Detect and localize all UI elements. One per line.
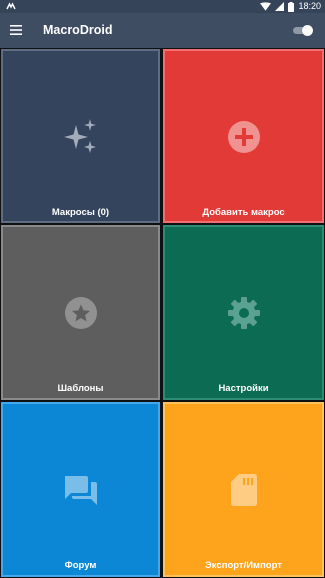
signal-icon xyxy=(275,2,285,11)
tile-templates-label: Шаблоны xyxy=(57,383,104,394)
tile-templates[interactable]: Шаблоны xyxy=(1,225,160,400)
tile-add-macro[interactable]: Добавить макрос xyxy=(163,49,324,223)
menu-icon[interactable] xyxy=(10,25,22,35)
tile-macros[interactable]: Макросы (0) xyxy=(1,49,160,223)
notification-icon xyxy=(6,2,16,10)
app-bar: MacroDroid xyxy=(0,13,325,48)
app-title: MacroDroid xyxy=(43,23,113,37)
battery-icon xyxy=(288,1,295,12)
macros-enabled-toggle[interactable] xyxy=(291,25,313,36)
gear-icon xyxy=(227,297,260,329)
tile-macros-label: Макросы (0) xyxy=(51,207,110,218)
tile-export-import[interactable]: Экспорт/Импорт xyxy=(163,402,324,577)
forum-icon xyxy=(64,476,97,505)
tile-export-import-label: Экспорт/Импорт xyxy=(205,560,282,571)
tile-settings[interactable]: Настройки xyxy=(163,225,324,400)
star-circle-icon xyxy=(64,297,97,329)
wifi-icon xyxy=(260,2,272,11)
status-bar: 18:20 xyxy=(0,0,325,13)
status-icons: 18:20 xyxy=(260,0,321,13)
tile-settings-label: Настройки xyxy=(218,383,269,394)
tile-forum-label: Форум xyxy=(64,560,97,571)
toggle-knob xyxy=(302,25,313,36)
status-time: 18:20 xyxy=(298,1,321,11)
sparkle-icon xyxy=(63,119,96,153)
tile-forum[interactable]: Форум xyxy=(1,402,160,577)
add-circle-icon xyxy=(227,121,260,153)
sd-card-icon xyxy=(230,474,257,506)
tile-add-macro-label: Добавить макрос xyxy=(202,207,285,218)
